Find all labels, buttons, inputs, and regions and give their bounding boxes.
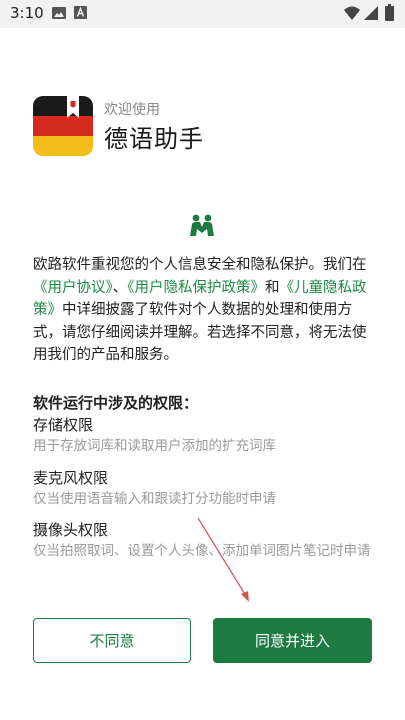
status-time: 3:10 — [10, 4, 44, 22]
intro-text-1: 欧路软件重视您的个人信息安全和隐私保护。我们在 — [33, 257, 367, 273]
german-flag-book-icon — [33, 96, 93, 156]
status-bar: 3:10 — [0, 0, 405, 28]
image-notification-icon — [52, 7, 66, 19]
app-name: 德语助手 — [104, 125, 204, 153]
intro-sep-1: 、 — [112, 279, 128, 296]
text-a-notification-icon — [74, 6, 87, 19]
permission-microphone-desc: 仅当使用语音输入和跟读打分功能时申请 — [33, 491, 276, 507]
permission-camera-desc: 仅当拍照取词、设置个人头像、添加单词图片笔记时申请 — [33, 543, 371, 559]
welcome-text: 欢迎使用 — [104, 102, 160, 118]
decline-button[interactable]: 不同意 — [33, 618, 191, 663]
permission-microphone-name: 麦克风权限 — [33, 469, 109, 487]
privacy-policy-link[interactable]: 《用户隐私保护政策》 — [127, 280, 265, 296]
wifi-icon — [344, 6, 360, 20]
battery-icon — [385, 4, 394, 21]
privacy-intro: 欧路软件重视您的个人信息安全和隐私保护。我们在《用户协议》、《用户隐私保护政策》… — [33, 254, 373, 367]
cell-signal-icon — [364, 6, 378, 20]
permission-storage-name: 存储权限 — [33, 416, 94, 434]
accept-button[interactable]: 同意并进入 — [213, 618, 372, 663]
handshake-icon — [190, 214, 214, 236]
intro-sep-2: 和 — [265, 279, 280, 296]
permission-storage-desc: 用于存放词库和读取用户添加的扩充词库 — [33, 438, 276, 454]
permission-camera-name: 摄像头权限 — [33, 521, 109, 539]
user-agreement-link[interactable]: 《用户协议》 — [33, 280, 113, 296]
intro-text-2: 中详细披露了软件对个人数据的处理和使用方式，请您仔细阅读并理解。若选择不同意，将… — [33, 302, 367, 363]
app-logo — [33, 96, 93, 156]
permissions-title: 软件运行中涉及的权限： — [33, 394, 199, 412]
